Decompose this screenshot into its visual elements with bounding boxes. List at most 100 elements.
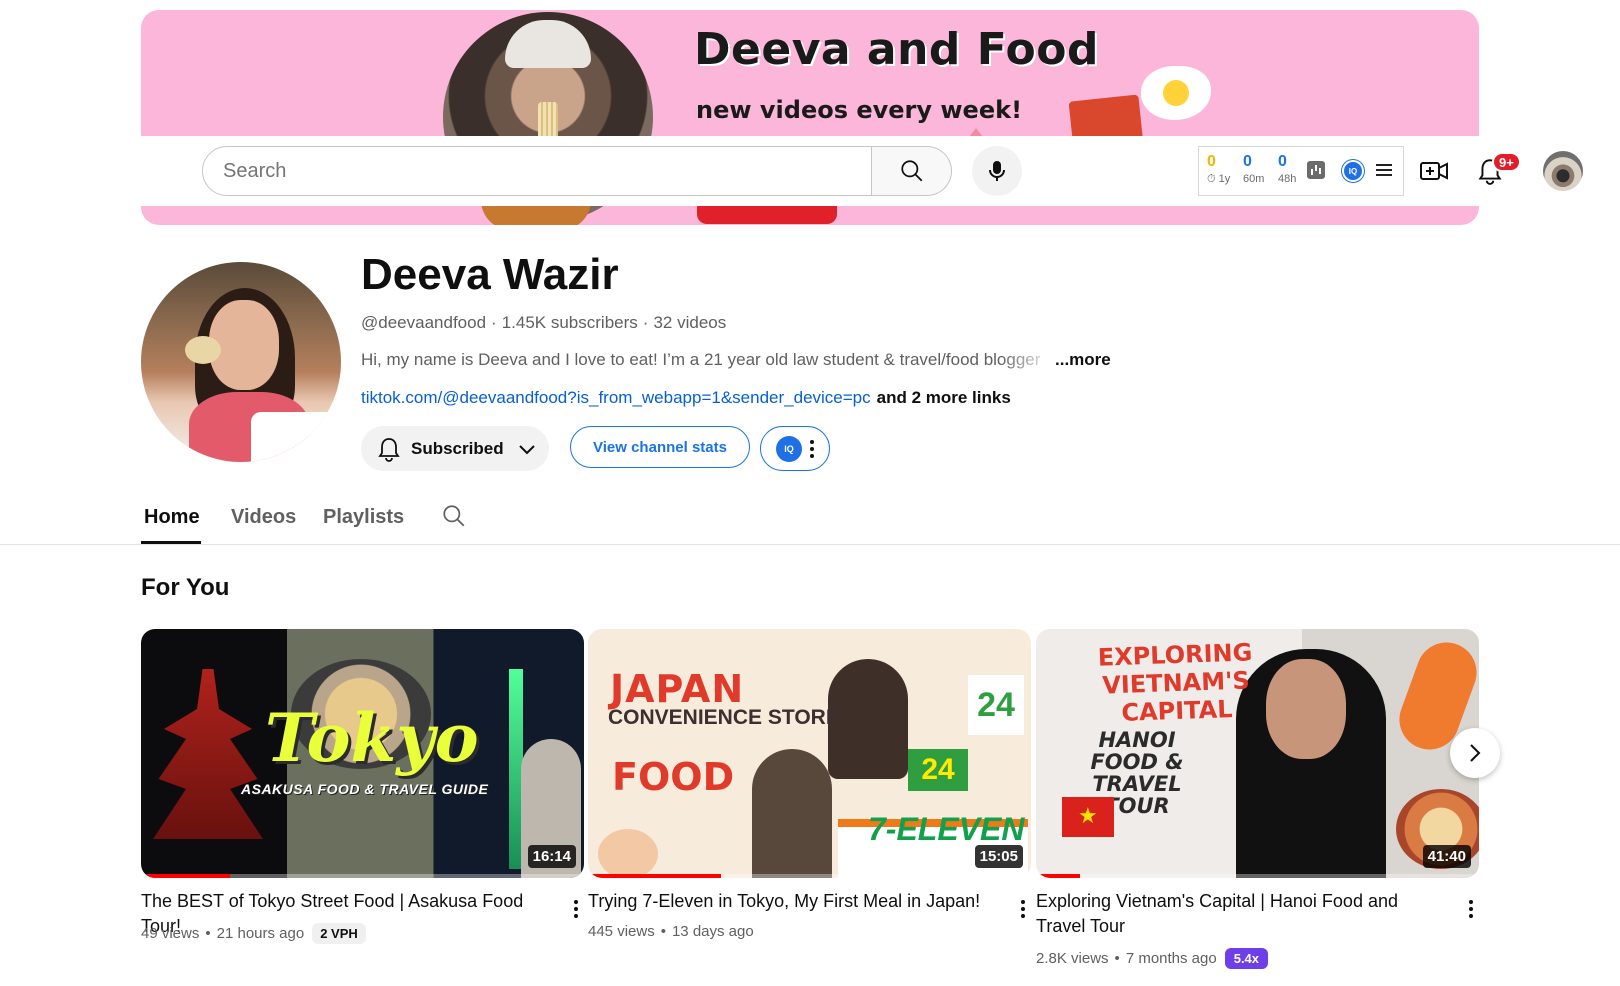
banner-photo-hat [505, 20, 591, 68]
channel-meta: @deevaandfood · 1.45K subscribers · 32 video… [361, 313, 726, 333]
meta-separator: · [491, 313, 497, 332]
channel-link-tiktok[interactable]: tiktok.com/@deevaandfood?is_from_webapp=… [361, 388, 871, 407]
search-icon [443, 505, 465, 527]
thumb-person [752, 749, 832, 878]
search-placeholder: Search [223, 160, 287, 182]
tab-playlists[interactable]: Playlists [323, 506, 404, 529]
video-duration: 41:40 [1422, 845, 1471, 868]
thumb-japan-text: JAPAN [610, 667, 745, 711]
video-count: 32 videos [653, 313, 727, 332]
stat-1y-label-text: 1y [1218, 173, 1231, 185]
voice-search-button[interactable] [972, 146, 1022, 196]
channel-description[interactable]: Hi, my name is Deeva and I love to eat! … [361, 350, 1061, 370]
tabs-divider [0, 544, 1620, 545]
video-age: 21 hours ago [216, 925, 305, 942]
thumb-pagoda [153, 669, 263, 839]
bell-icon [378, 437, 400, 462]
video-duration: 16:14 [527, 845, 576, 868]
tab-home[interactable]: Home [144, 506, 200, 529]
vidiq-logo-icon[interactable]: IQ [1342, 160, 1364, 182]
watch-progress-bar [588, 874, 721, 878]
tab-videos[interactable]: Videos [231, 506, 296, 529]
channel-name: Deeva Wazir [361, 250, 619, 299]
video-card[interactable]: Tokyo ASAKUSA FOOD & TRAVEL GUIDE 16:14 … [141, 629, 584, 944]
search-input[interactable]: Search [202, 146, 872, 196]
more-links-button[interactable]: and 2 more links [877, 388, 1011, 407]
meta-dot: • [205, 925, 211, 942]
video-views: 49 views [141, 925, 200, 942]
thumb-exploring-text: EXPLORING VIETNAM'S CAPITAL [1097, 638, 1253, 727]
vietnam-flag-icon [1062, 797, 1114, 837]
video-thumbnail[interactable]: EXPLORING VIETNAM'S CAPITAL HANOI FOOD &… [1036, 629, 1479, 878]
video-menu-button[interactable] [1021, 891, 1025, 918]
stat-60m-label: 60m [1243, 173, 1265, 185]
vidiq-stats-widget[interactable]: 0 ⏱ 1y 0 60m 0 48h IQ [1198, 146, 1404, 196]
video-card[interactable]: 24 24 7-ELEVEN JAPAN CONVENIENCE STORE F… [588, 629, 1031, 940]
video-age: 7 months ago [1125, 950, 1217, 967]
shelf-title: For You [141, 574, 230, 601]
video-menu-button[interactable] [574, 891, 578, 918]
video-views: 2.8K views [1036, 950, 1109, 967]
watch-progress-bar [141, 874, 230, 878]
video-thumbnail[interactable]: 24 24 7-ELEVEN JAPAN CONVENIENCE STORE F… [588, 629, 1031, 878]
watch-progress-track [1036, 874, 1479, 878]
stat-1y: 0 ⏱ 1y [1207, 153, 1230, 186]
notification-count-badge: 9+ [1492, 152, 1521, 172]
stat-60m-value: 0 [1243, 153, 1252, 170]
video-meta: 49 views • 21 hours ago 2 VPH [141, 923, 366, 944]
video-views: 445 views [588, 923, 655, 940]
thumb-ramen [598, 829, 658, 878]
vph-badge: 2 VPH [312, 923, 366, 944]
stat-60m: 0 60m [1243, 153, 1264, 185]
channel-search-button[interactable] [441, 503, 467, 534]
more-vert-icon [1469, 900, 1473, 918]
channel-handle: @deevaandfood [361, 313, 487, 332]
video-menu-button[interactable] [1469, 891, 1473, 918]
more-vert-icon [574, 900, 578, 918]
video-thumbnail[interactable]: Tokyo ASAKUSA FOOD & TRAVEL GUIDE 16:14 [141, 629, 584, 878]
stat-48h-label: 48h [1278, 173, 1297, 185]
subscribed-label: Subscribed [411, 438, 504, 458]
thumb-7eleven-text: 7-ELEVEN [868, 811, 1025, 847]
channel-avatar [141, 262, 341, 462]
clock-icon: ⏱ [1207, 173, 1216, 185]
video-title[interactable]: Exploring Vietnam's Capital | Hanoi Food… [1036, 889, 1446, 939]
thumb-person [828, 659, 908, 779]
meta-dot: • [660, 923, 666, 940]
search-icon [900, 160, 922, 182]
video-meta: 2.8K views • 7 months ago 5.4x [1036, 948, 1269, 969]
stat-48h-value: 0 [1278, 153, 1287, 170]
stat-1y-value: 0 [1207, 153, 1216, 170]
more-vert-icon[interactable] [810, 439, 814, 458]
banner-egg-illustration [1141, 66, 1211, 120]
banner-subtitle: new videos every week! [696, 96, 1023, 124]
view-channel-stats-button[interactable]: View channel stats [570, 426, 750, 468]
description-more-link[interactable]: ...more [1055, 350, 1111, 370]
thumb-convenience-text: CONVENIENCE STORE [608, 706, 840, 729]
video-meta: 445 views • 13 days ago [588, 923, 754, 940]
video-title[interactable]: Trying 7-Eleven in Tokyo, My First Meal … [588, 889, 998, 914]
chevron-down-icon [518, 444, 535, 454]
video-card[interactable]: EXPLORING VIETNAM'S CAPITAL HANOI FOOD &… [1036, 629, 1479, 969]
avatar-plate [251, 412, 341, 462]
channel-links: tiktok.com/@deevaandfood?is_from_webapp=… [361, 388, 1011, 408]
meta-separator: · [642, 313, 649, 332]
bar-chart-icon[interactable] [1307, 161, 1325, 179]
microphone-icon [989, 161, 1005, 181]
chevron-right-icon [1470, 744, 1481, 762]
menu-icon[interactable] [1376, 164, 1392, 176]
thumb-food-text: FOOD [612, 755, 735, 799]
vidiq-channel-button[interactable]: IQ [760, 426, 830, 471]
subscribed-button[interactable]: Subscribed [361, 426, 549, 471]
search-button[interactable] [872, 146, 952, 196]
account-avatar[interactable] [1543, 151, 1583, 191]
create-button[interactable] [1414, 151, 1454, 191]
shelf-next-button[interactable] [1450, 728, 1500, 778]
video-age: 13 days ago [671, 923, 754, 940]
youtube-channel-page: Deeva and Food new videos every week! Se… [0, 0, 1620, 986]
thumb-24-sign: 24 [968, 675, 1024, 735]
video-plus-icon [1420, 162, 1448, 180]
outlier-multiplier-badge: 5.4x [1224, 948, 1269, 969]
thumb-person-face [1266, 659, 1346, 759]
thumb-24-sign: 24 [908, 749, 968, 791]
